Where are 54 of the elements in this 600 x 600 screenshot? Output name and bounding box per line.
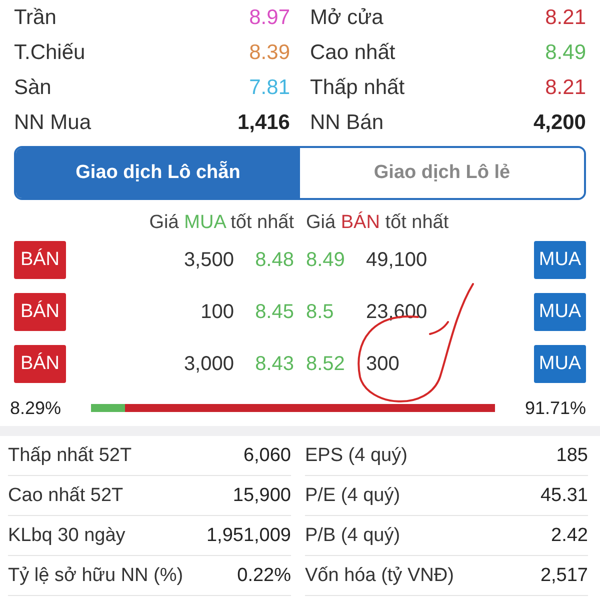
stat-value: 2,517 [540,564,588,586]
ask-volume: 49,100 [365,248,428,272]
tab[interactable]: Giao dịch Lô chẵn [16,148,300,198]
bid-price: 8.48 [254,248,295,272]
field-value: 7.81 [249,76,290,100]
stat-value: 0.22% [237,564,291,586]
field-value: 8.97 [249,6,290,30]
field-value: 8.39 [249,40,290,64]
sell-button[interactable]: BÁN [14,345,66,383]
field-value: 8.49 [545,40,586,64]
bid-volume: 100 [200,300,235,324]
stat-value: 2.42 [551,524,588,546]
field-label: Mở cửa [310,6,384,30]
field-value: 1,416 [237,110,290,134]
stat-value: 185 [556,444,588,466]
ask-price: 8.49 [305,248,346,272]
buy-button[interactable]: MUA [534,293,586,331]
buy-button[interactable]: MUA [534,241,586,279]
field-label: T.Chiếu [14,40,86,64]
buy-button[interactable]: MUA [534,345,586,383]
stat-value: 1,951,009 [206,524,291,546]
ask-volume: 300 [365,352,400,376]
stat-label: KLbq 30 ngày [8,524,126,546]
stat-label: P/B (4 quý) [305,524,400,546]
ask-price: 8.5 [305,300,335,324]
column-header: Giá BÁN tốt nhất [305,212,450,234]
bid-price: 8.45 [254,300,295,324]
stat-value: 45.31 [540,484,588,506]
bid-price: 8.43 [254,352,295,376]
field-value: 8.21 [545,6,586,30]
field-label: Sàn [14,76,52,100]
sell-button[interactable]: BÁN [14,241,66,279]
buy-percentage: 8.29% [10,398,62,418]
field-value: 4,200 [533,110,586,134]
stat-value: 6,060 [243,444,291,466]
field-label: Cao nhất [310,40,396,64]
stat-label: Tỷ lệ sở hữu NN (%) [8,564,184,586]
bid-volume: 3,500 [182,248,235,272]
stat-label: Cao nhất 52T [8,484,124,506]
stat-label: P/E (4 quý) [305,484,400,506]
sell-button[interactable]: BÁN [14,293,66,331]
field-value: 8.21 [545,76,586,100]
ask-price: 8.52 [305,352,346,376]
stat-value: 15,900 [232,484,291,506]
bid-volume: 3,000 [182,352,235,376]
sell-percentage: 91.71% [524,398,586,418]
field-label: NN Bán [310,110,384,134]
stat-label: Vốn hóa (tỷ VNĐ) [305,564,454,586]
field-label: NN Mua [14,110,92,134]
column-header: Giá MUA tốt nhất [148,212,295,234]
stat-label: EPS (4 quý) [305,444,408,466]
field-label: Thấp nhất [310,76,405,100]
stat-label: Thấp nhất 52T [8,444,132,466]
field-label: Trần [14,6,56,30]
